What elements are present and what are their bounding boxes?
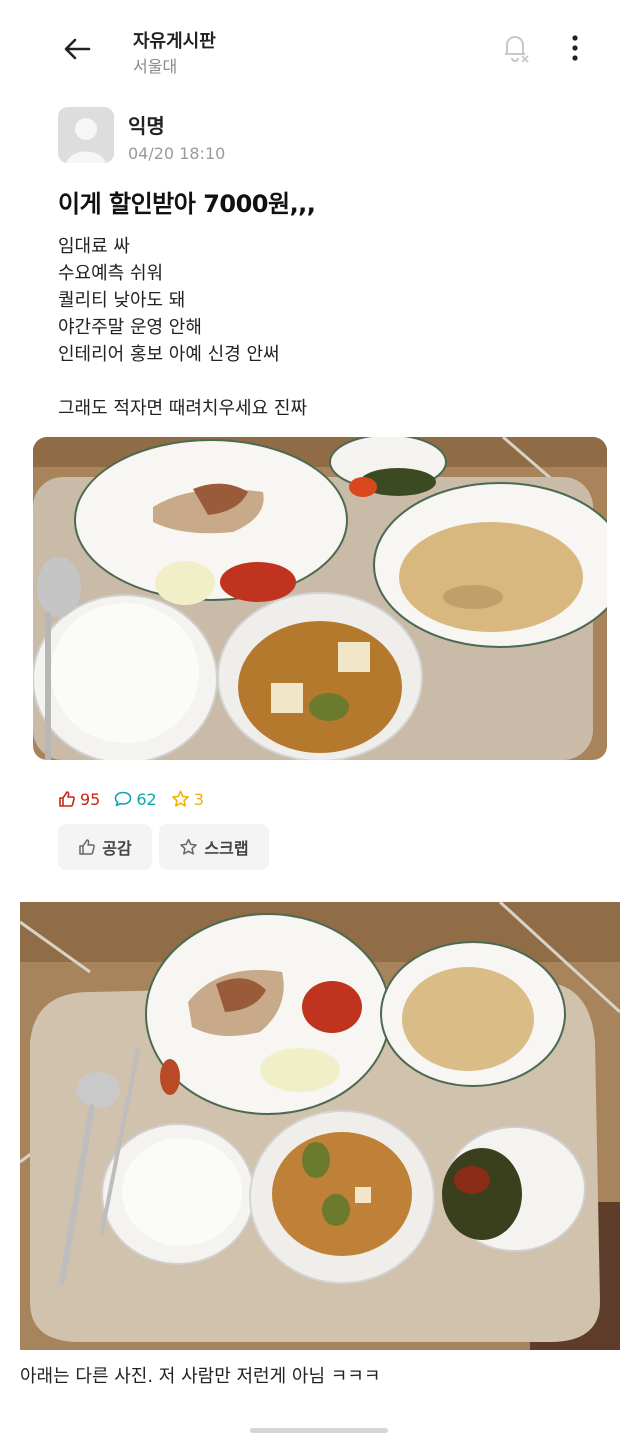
- comment-count: 62: [114, 789, 157, 809]
- body-line: 수요예측 쉬워: [58, 263, 164, 284]
- thumbs-up-icon: [59, 791, 75, 807]
- like-count: 95: [58, 790, 100, 809]
- image-caption: 아래는 다른 사진. 저 사람만 저런게 아님 ㅋㅋㅋ: [20, 1366, 381, 1387]
- back-arrow-icon: [64, 38, 91, 60]
- comment-bubble-icon: [115, 791, 132, 807]
- post-title: 이게 할인받아 7000원,,,: [58, 190, 316, 218]
- meal-photo-2: [20, 902, 620, 1350]
- body-line: 퀄리티 낮아도 돼: [58, 290, 186, 311]
- avatar: [58, 107, 114, 163]
- board-title: 자유게시판: [133, 31, 216, 52]
- scrap-count: 3: [171, 790, 204, 809]
- like-button[interactable]: 공감: [58, 824, 152, 870]
- body-line: 인테리어 홍보 아예 신경 안써: [58, 344, 280, 365]
- notification-off-icon: [505, 36, 529, 63]
- star-icon: [171, 790, 189, 807]
- post-date: 04/20 18:10: [128, 144, 226, 163]
- scrap-count-value: 3: [193, 789, 204, 809]
- body-line: [58, 368, 598, 395]
- body-line: 그래도 적자면 때려치우세요 진짜: [58, 398, 308, 419]
- post-body: 임대료 싸 수요예측 쉬워 퀄리티 낮아도 돼 야간주말 운영 안해 인테리어 …: [58, 233, 598, 422]
- board-subtitle: 서울대: [133, 57, 178, 76]
- body-line: 야간주말 운영 안해: [58, 317, 202, 338]
- meal-photo-1: [33, 437, 607, 760]
- star-icon: [180, 838, 198, 855]
- scrap-button-label: 스크랩: [204, 839, 249, 858]
- scroll-handle: [250, 1428, 388, 1433]
- back-button[interactable]: [58, 32, 96, 66]
- default-profile-icon: [58, 107, 114, 163]
- like-button-label: 공감: [102, 839, 132, 858]
- post-stats: 95 62 3: [58, 786, 218, 812]
- thumbs-up-icon: [79, 839, 96, 855]
- more-vertical-icon: [572, 35, 578, 61]
- comment-count-value: 62: [136, 789, 157, 809]
- top-bar: 자유게시판 서울대: [0, 0, 640, 90]
- like-count-value: 95: [80, 789, 101, 809]
- body-line: 임대료 싸: [58, 236, 130, 257]
- post-photo-meal-tray[interactable]: [33, 437, 607, 760]
- more-options-button[interactable]: [560, 30, 590, 66]
- author-name: 익명: [128, 114, 165, 138]
- scrap-button[interactable]: 스크랩: [159, 824, 269, 870]
- second-meal-photo: [20, 902, 620, 1350]
- notification-button[interactable]: [497, 30, 533, 66]
